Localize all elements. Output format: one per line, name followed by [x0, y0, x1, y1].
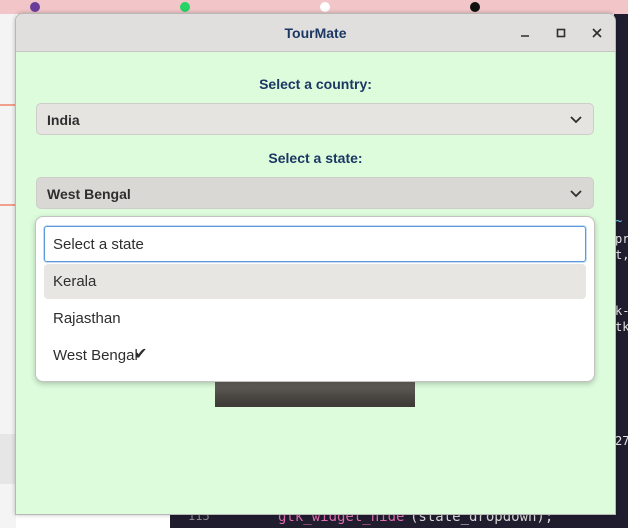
state-dropdown[interactable]: West Bengal: [36, 177, 594, 209]
country-dropdown[interactable]: India: [36, 103, 594, 135]
country-selected-value: India: [47, 112, 80, 128]
maximize-icon: [556, 28, 566, 38]
state-option-rajasthan[interactable]: Rajasthan: [44, 301, 586, 336]
github-icon: [470, 2, 480, 12]
option-label: West Bengal: [53, 347, 138, 364]
close-icon: [592, 28, 602, 38]
chevron-down-icon: [570, 116, 582, 124]
maximize-button[interactable]: [550, 22, 572, 44]
option-label: Kerala: [53, 273, 97, 290]
destination-image: [215, 379, 415, 407]
browser-tab-strip: [0, 0, 628, 14]
minimize-button[interactable]: [514, 22, 536, 44]
whatsapp-icon: [180, 2, 190, 12]
country-label: Select a country:: [259, 76, 372, 92]
minimize-icon: [521, 35, 529, 37]
app-icon: [30, 2, 40, 12]
state-selected-value: West Bengal: [47, 186, 131, 202]
tab-icon: [320, 2, 330, 12]
close-button[interactable]: [586, 22, 608, 44]
background-code-editor: ~ pr t, k- tk 27: [614, 14, 628, 528]
state-dropdown-popover: Kerala Rajasthan West Bengal ✔: [35, 216, 595, 382]
state-option-kerala[interactable]: Kerala: [44, 264, 586, 299]
state-search-input[interactable]: [44, 226, 586, 262]
state-option-west-bengal[interactable]: West Bengal ✔: [44, 338, 586, 373]
state-label: Select a state:: [268, 150, 363, 166]
chevron-down-icon: [570, 190, 582, 198]
title-bar[interactable]: TourMate: [16, 14, 615, 52]
option-label: Rajasthan: [53, 310, 121, 327]
background-app-sidebar: [0, 14, 16, 528]
checkmark-icon: ✔: [134, 346, 148, 363]
